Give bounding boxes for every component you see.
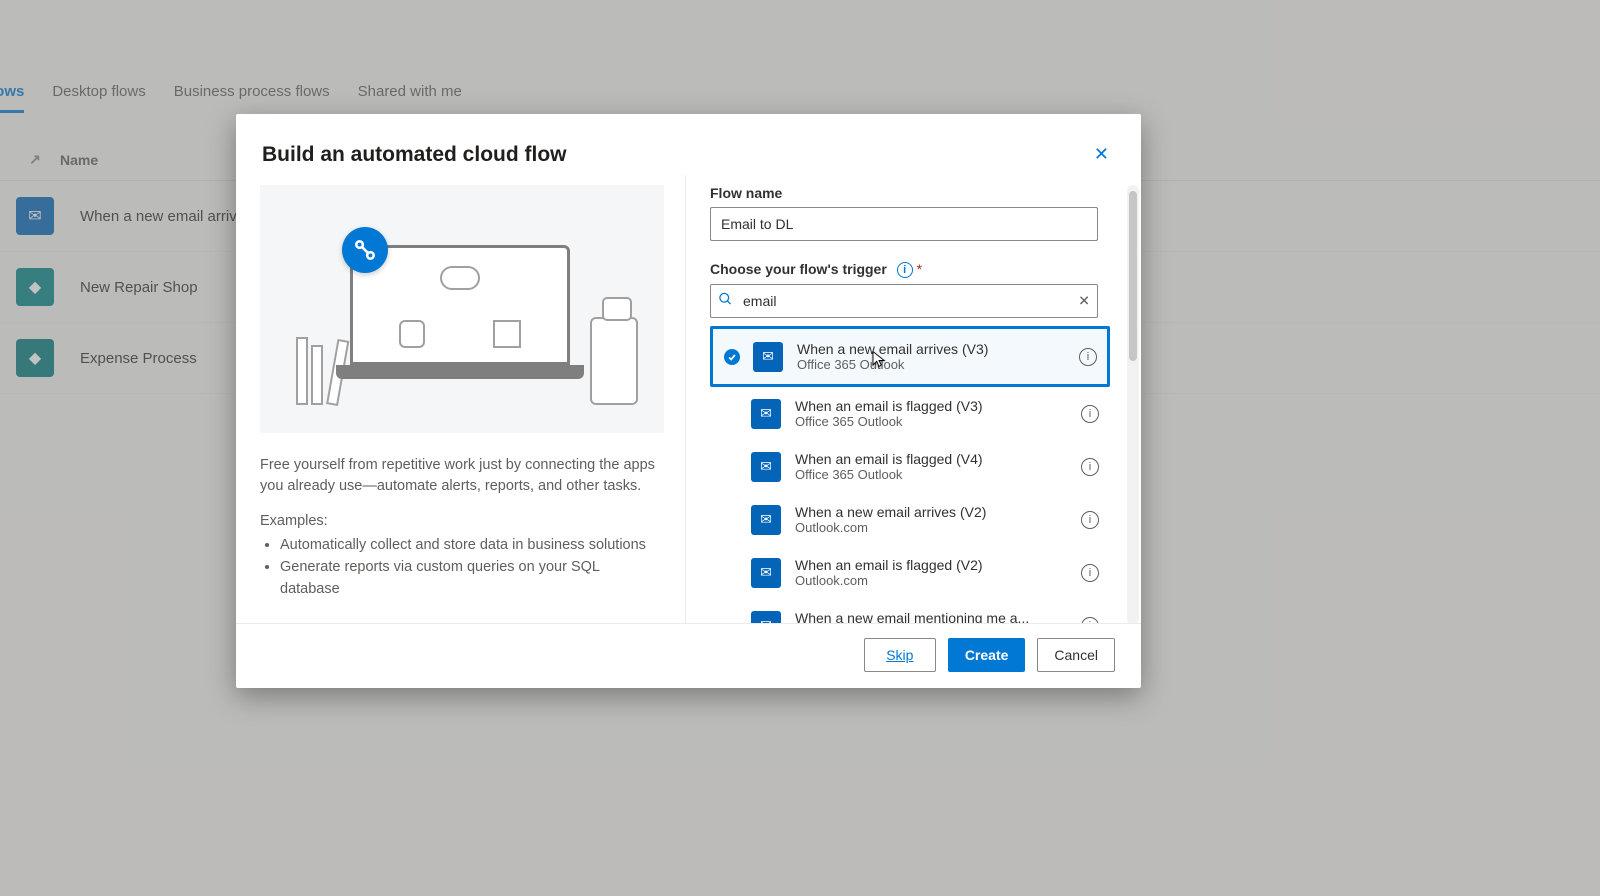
trigger-item-selected[interactable]: ✉ When a new email arrives (V3) Office 3… xyxy=(710,326,1110,387)
radio-checked-icon xyxy=(723,349,741,365)
trigger-title: When an email is flagged (V4) xyxy=(795,451,1081,467)
dialog-right-panel: Flow name Choose your flow's trigger i ✕ xyxy=(686,175,1141,623)
flow-name-input[interactable] xyxy=(710,207,1098,241)
clear-icon[interactable]: ✕ xyxy=(1078,293,1090,310)
dialog-left-panel: Free yourself from repetitive work just … xyxy=(236,175,686,623)
outlook-icon: ✉ xyxy=(751,452,781,482)
trigger-item[interactable]: ✉ When a new email arrives (V2) Outlook.… xyxy=(710,493,1110,546)
trigger-title: When an email is flagged (V3) xyxy=(795,398,1081,414)
example-item: Automatically collect and store data in … xyxy=(280,535,661,557)
trigger-label: Choose your flow's trigger i xyxy=(710,261,1115,278)
skip-button[interactable]: Skip xyxy=(864,638,936,672)
outlook-icon: ✉ xyxy=(751,505,781,535)
trigger-title: When a new email arrives (V3) xyxy=(797,341,1079,357)
trigger-title: When an email is flagged (V2) xyxy=(795,557,1081,573)
trigger-title: When a new email mentioning me a... xyxy=(795,610,1081,623)
close-icon[interactable]: ✕ xyxy=(1088,138,1115,171)
trigger-item[interactable]: ✉ When a new email mentioning me a... Ou… xyxy=(710,599,1110,623)
trigger-connector: Outlook.com xyxy=(795,573,1081,588)
trigger-item[interactable]: ✉ When an email is flagged (V2) Outlook.… xyxy=(710,546,1110,599)
info-icon[interactable]: i xyxy=(897,262,913,278)
trigger-connector: Office 365 Outlook xyxy=(795,414,1081,429)
info-icon[interactable]: i xyxy=(1079,348,1097,366)
info-icon[interactable]: i xyxy=(1081,564,1099,582)
cancel-button[interactable]: Cancel xyxy=(1037,638,1115,672)
trigger-item[interactable]: ✉ When an email is flagged (V3) Office 3… xyxy=(710,387,1110,440)
example-item: Generate reports via custom queries on y… xyxy=(280,557,661,601)
info-icon[interactable]: i xyxy=(1081,458,1099,476)
trigger-connector: Outlook.com xyxy=(795,520,1081,535)
outlook-icon: ✉ xyxy=(753,342,783,372)
info-icon[interactable]: i xyxy=(1081,617,1099,623)
trigger-list: ✉ When a new email arrives (V3) Office 3… xyxy=(710,326,1110,623)
scrollbar[interactable] xyxy=(1127,185,1139,623)
examples-label: Examples: xyxy=(260,513,661,529)
trigger-connector: Office 365 Outlook xyxy=(795,467,1081,482)
info-icon[interactable]: i xyxy=(1081,405,1099,423)
outlook-icon: ✉ xyxy=(751,558,781,588)
info-icon[interactable]: i xyxy=(1081,511,1099,529)
dialog-title: Build an automated cloud flow xyxy=(262,143,567,167)
outlook-icon: ✉ xyxy=(751,611,781,623)
build-automated-flow-dialog: Build an automated cloud flow ✕ xyxy=(236,114,1141,688)
trigger-search-input[interactable] xyxy=(710,284,1098,318)
trigger-connector: Office 365 Outlook xyxy=(797,357,1079,372)
flow-name-label: Flow name xyxy=(710,185,1115,201)
flow-node-icon xyxy=(342,227,388,273)
create-button[interactable]: Create xyxy=(948,638,1026,672)
dialog-description: Free yourself from repetitive work just … xyxy=(260,455,661,497)
trigger-title: When a new email arrives (V2) xyxy=(795,504,1081,520)
flow-illustration xyxy=(260,185,664,433)
trigger-item[interactable]: ✉ When an email is flagged (V4) Office 3… xyxy=(710,440,1110,493)
search-icon xyxy=(718,292,733,311)
outlook-icon: ✉ xyxy=(751,399,781,429)
